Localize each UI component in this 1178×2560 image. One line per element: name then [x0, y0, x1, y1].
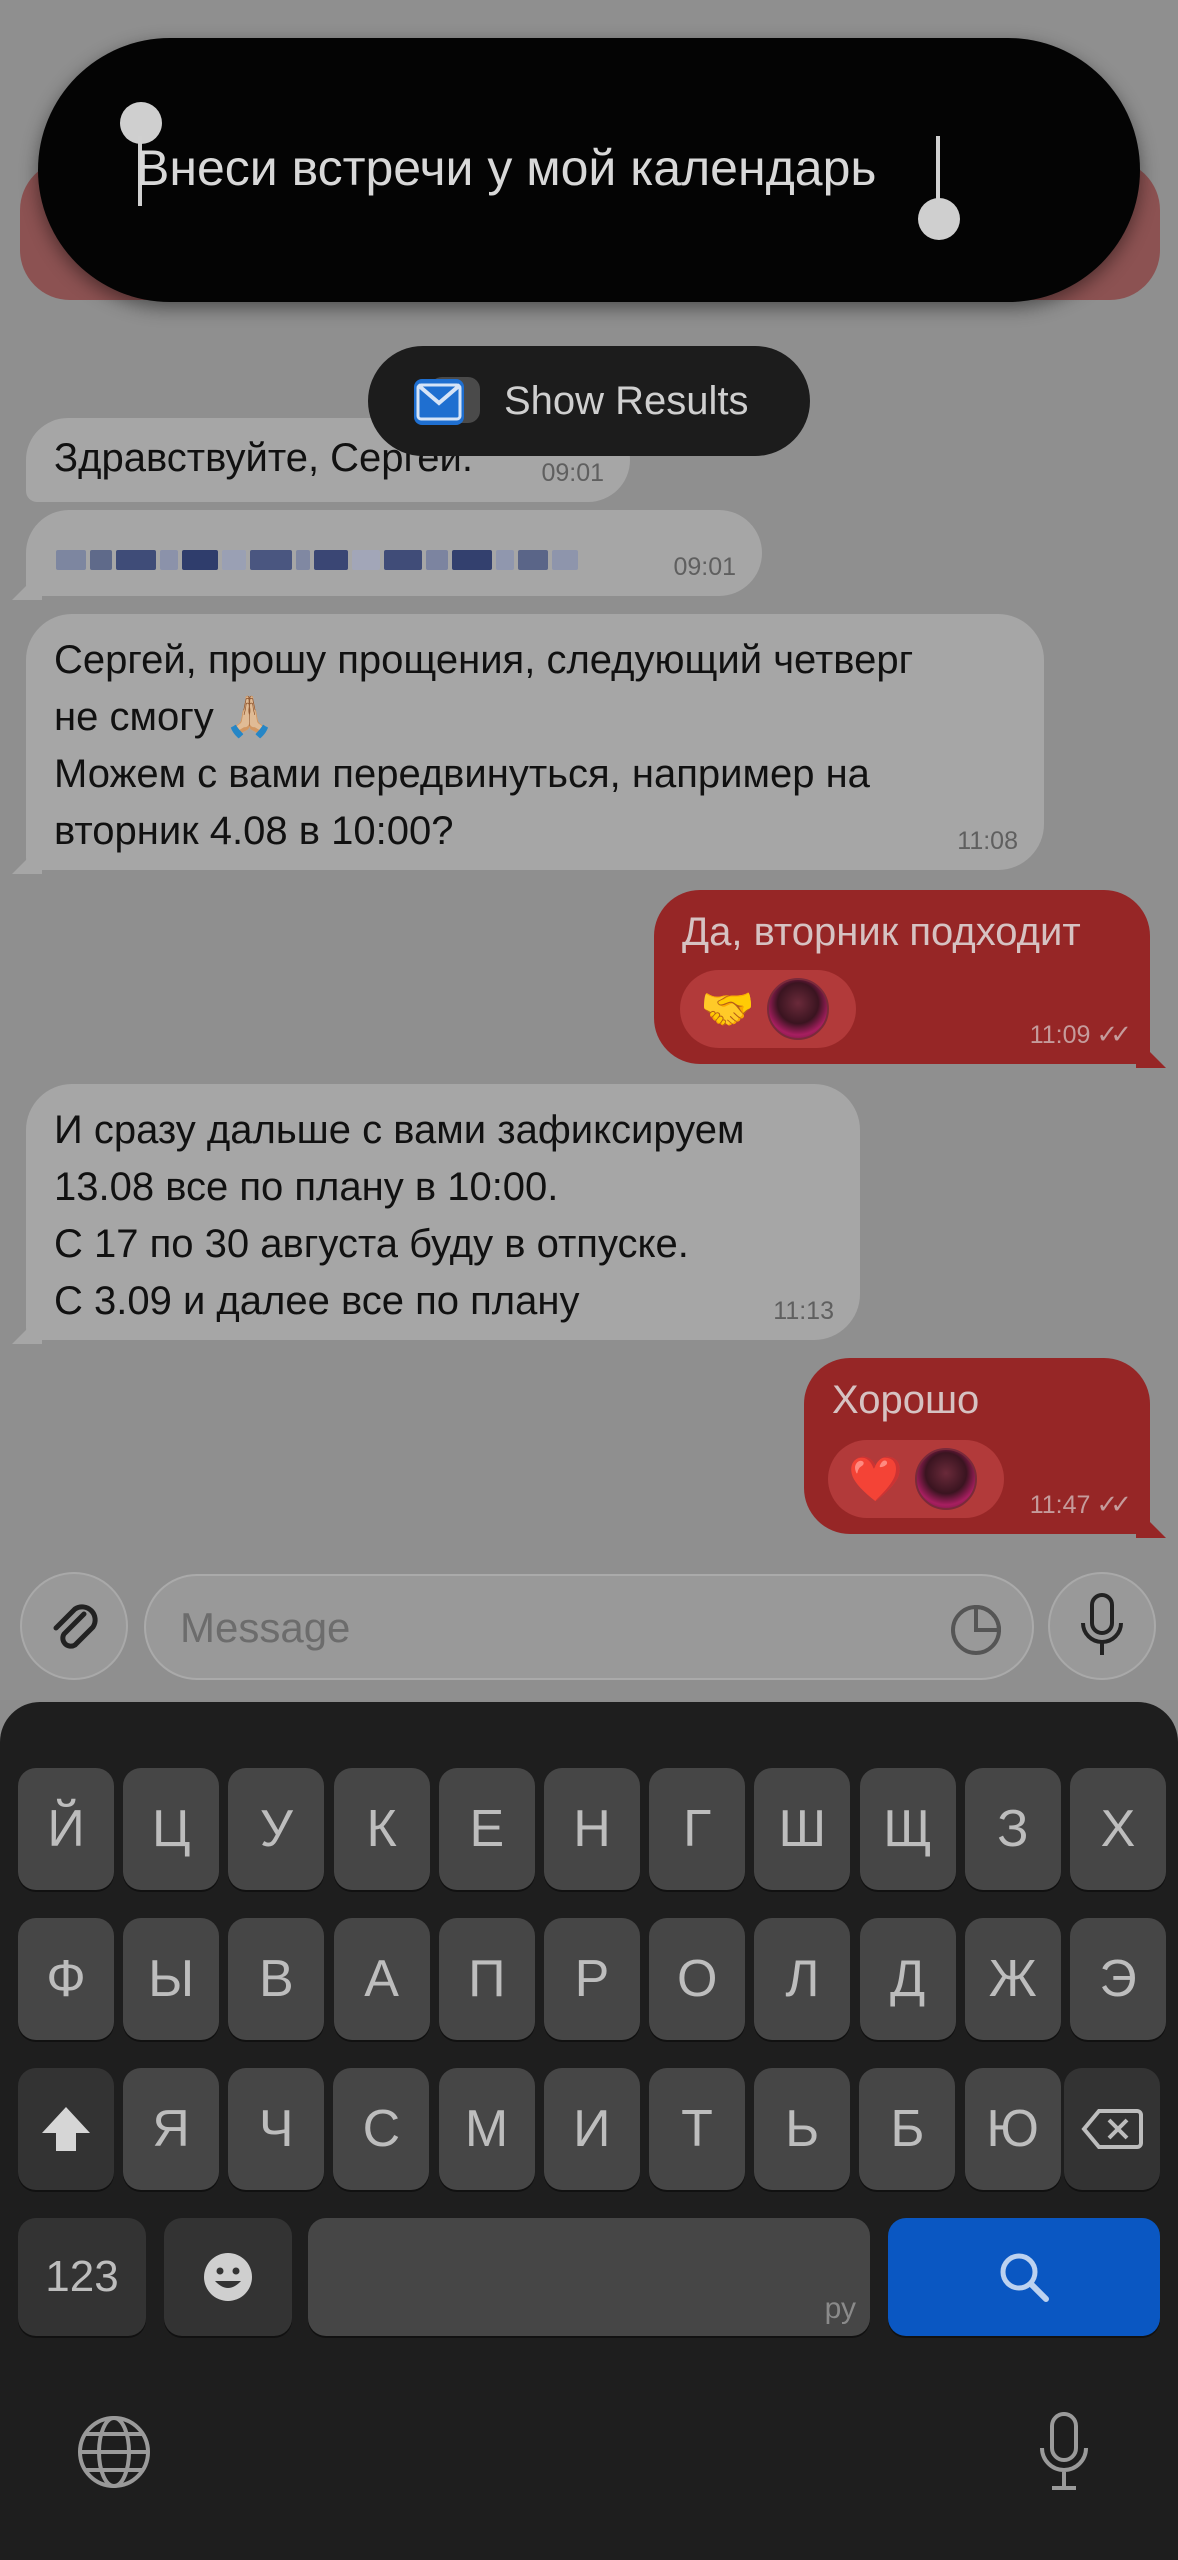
space-key[interactable]: ру — [308, 2218, 870, 2336]
message-line: Можем с вами передвинуться, например на — [54, 752, 870, 796]
key-letter[interactable]: У — [228, 1768, 325, 1890]
read-checkmarks-icon: ✓✓ — [1096, 1489, 1131, 1519]
show-results-button[interactable]: Show Results — [368, 346, 810, 456]
emoji-icon — [204, 2253, 252, 2301]
message-placeholder: Message — [180, 1604, 351, 1651]
message-line: С 3.09 и далее все по плану — [54, 1279, 580, 1323]
message-bubble[interactable]: Сергей, прошу прощения, следующий четвер… — [26, 614, 1044, 870]
search-key[interactable] — [888, 2218, 1160, 2336]
message-time: 11:47 ✓✓ — [1029, 1489, 1132, 1519]
selection-end-bar — [936, 136, 940, 206]
message-line: 13.08 все по плану в 10:00. — [54, 1165, 559, 1209]
key-letter[interactable]: Л — [754, 1918, 851, 2040]
read-checkmarks-icon: ✓✓ — [1096, 1019, 1131, 1049]
globe-icon[interactable] — [76, 2414, 152, 2490]
key-letter[interactable]: Ч — [228, 2068, 325, 2190]
message-line: С 17 по 30 августа буду в отпуске. — [54, 1222, 689, 1266]
message-input[interactable]: Message — [144, 1574, 1034, 1680]
reaction-pill[interactable]: 🤝 — [680, 970, 856, 1048]
handshake-reaction-icon: 🤝 — [700, 985, 755, 1034]
shift-icon — [42, 2107, 90, 2151]
key-letter[interactable]: Х — [1070, 1768, 1166, 1890]
message-bubble[interactable]: И сразу дальше с вами зафиксируем 13.08 … — [26, 1084, 860, 1340]
key-letter[interactable]: Ь — [754, 2068, 851, 2190]
voice-record-button[interactable] — [1048, 1572, 1156, 1680]
message-time: 09:01 — [541, 459, 604, 487]
message-line: И сразу дальше с вами зафиксируем — [54, 1108, 745, 1152]
key-letter[interactable]: Ю — [964, 2068, 1061, 2190]
mail-app-icon — [412, 375, 484, 427]
paperclip-icon — [53, 1604, 98, 1649]
key-letter[interactable]: О — [649, 1918, 746, 2040]
message-line: не смогу 🙏🏼 — [54, 695, 275, 739]
emoji-key[interactable] — [164, 2218, 292, 2336]
avatar — [766, 978, 829, 1040]
message-text: Да, вторник подходит — [682, 910, 1081, 954]
key-letter[interactable]: А — [333, 1918, 430, 2040]
message-time: 11:13 — [773, 1297, 834, 1325]
shift-key[interactable] — [18, 2068, 114, 2190]
reaction-pill[interactable]: ❤️ — [828, 1440, 1004, 1518]
message-line: вторник 4.08 в 10:00? — [54, 809, 454, 853]
show-results-label: Show Results — [504, 378, 749, 423]
message-time: 09:01 — [673, 553, 736, 581]
heart-reaction-icon: ❤️ — [848, 1455, 903, 1504]
key-letter[interactable]: К — [333, 1768, 430, 1890]
message-text: Хорошо — [832, 1378, 980, 1422]
key-letter[interactable]: Г — [649, 1768, 746, 1890]
microphone-icon — [1081, 1593, 1123, 1655]
sticker-icon[interactable] — [948, 1602, 1004, 1658]
message-time: 11:08 — [957, 827, 1018, 855]
message-line: Сергей, прошу прощения, следующий четвер… — [54, 638, 914, 682]
key-letter[interactable]: С — [333, 2068, 430, 2190]
key-letter[interactable]: Щ — [859, 1768, 956, 1890]
screen: Здравствуйте, Сергей. 09:01 09:01 Сергей… — [0, 0, 1178, 2560]
key-letter[interactable]: Ц — [123, 1768, 220, 1890]
key-letter[interactable]: Й — [18, 1768, 114, 1890]
key-letter[interactable]: Ф — [18, 1918, 114, 2040]
delete-key[interactable] — [1064, 2068, 1160, 2190]
selection-end-handle[interactable] — [918, 198, 960, 240]
backspace-icon — [1081, 2109, 1143, 2149]
key-letter[interactable]: В — [228, 1918, 325, 2040]
key-letter[interactable]: Н — [544, 1768, 640, 1890]
avatar — [914, 1448, 977, 1510]
message-time: 11:09 ✓✓ — [1029, 1019, 1132, 1049]
command-text[interactable]: Внеси встречи у мой календарь — [136, 138, 876, 198]
key-letter[interactable]: Я — [123, 2068, 219, 2190]
key-letter[interactable]: М — [438, 2068, 535, 2190]
key-letter[interactable]: П — [438, 1918, 535, 2040]
redacted-content — [56, 540, 646, 580]
attach-button[interactable] — [20, 1572, 128, 1680]
key-letter[interactable]: Д — [859, 1918, 956, 2040]
search-icon — [1000, 2253, 1049, 2302]
key-letter[interactable]: Р — [544, 1918, 640, 2040]
key-letter[interactable]: Ы — [123, 1918, 220, 2040]
key-letter[interactable]: Т — [649, 2068, 745, 2190]
key-letter[interactable]: Е — [438, 1768, 535, 1890]
key-letter[interactable]: Ш — [754, 1768, 851, 1890]
numbers-key[interactable]: 123 — [18, 2218, 146, 2336]
key-letter[interactable]: Б — [859, 2068, 956, 2190]
keyboard-language-label: ру — [824, 2292, 856, 2325]
key-letter[interactable]: З — [964, 1768, 1061, 1890]
dictation-microphone-icon[interactable] — [1036, 2410, 1092, 2494]
key-letter[interactable]: И — [543, 2068, 640, 2190]
key-letter[interactable]: Ж — [964, 1918, 1061, 2040]
key-letter[interactable]: Э — [1070, 1918, 1166, 2040]
